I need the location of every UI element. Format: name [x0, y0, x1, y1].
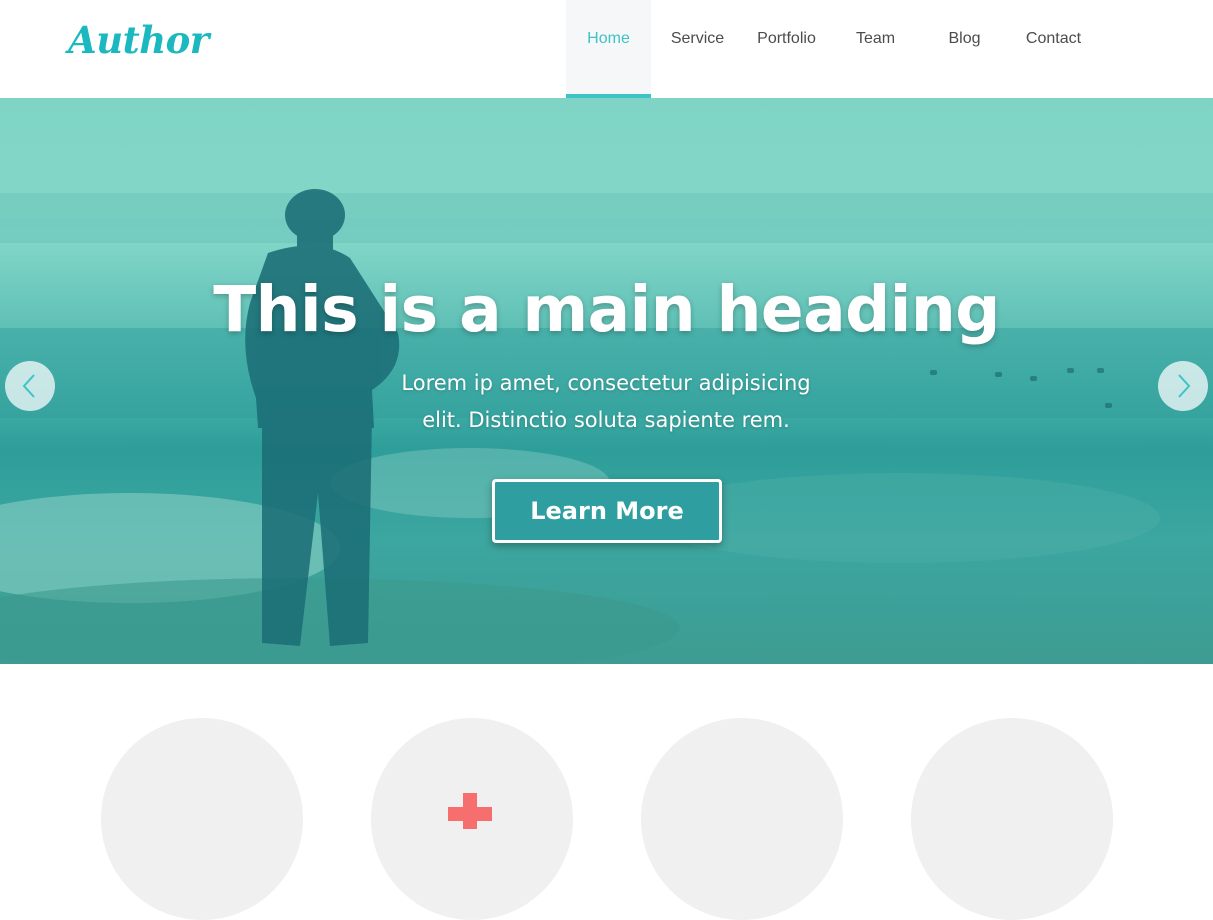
feature-circle-2[interactable]: [371, 718, 573, 920]
chevron-right-icon: [1178, 374, 1191, 398]
slider-prev-button[interactable]: [5, 361, 55, 411]
nav-portfolio[interactable]: Portfolio: [744, 0, 829, 98]
chevron-left-icon: [22, 374, 35, 398]
nav-contact[interactable]: Contact: [1011, 0, 1096, 98]
feature-circle-1[interactable]: [101, 718, 303, 920]
slider-next-button[interactable]: [1158, 361, 1208, 411]
nav-blog[interactable]: Blog: [922, 0, 1007, 98]
feature-circle-4[interactable]: [911, 718, 1113, 920]
hero-subtitle: Lorem ip amet, consectetur adipisicing e…: [356, 365, 856, 439]
hero-slider: This is a main heading Lorem ip amet, co…: [0, 98, 1213, 664]
hero-heading: This is a main heading: [213, 273, 1000, 346]
nav-home[interactable]: Home: [566, 0, 651, 98]
site-logo[interactable]: Author: [68, 18, 209, 62]
site-header: Author Home Service Portfolio Team Blog …: [0, 0, 1213, 98]
learn-more-button[interactable]: Learn More: [492, 479, 722, 543]
nav-team[interactable]: Team: [833, 0, 918, 98]
hero-subtitle-line-1: Lorem ip amet, consectetur adipisicing: [401, 371, 811, 395]
plus-icon: [448, 793, 492, 829]
feature-circle-3[interactable]: [641, 718, 843, 920]
hero-subtitle-line-2: elit. Distinctio soluta sapiente rem.: [422, 408, 790, 432]
nav-service[interactable]: Service: [655, 0, 740, 98]
